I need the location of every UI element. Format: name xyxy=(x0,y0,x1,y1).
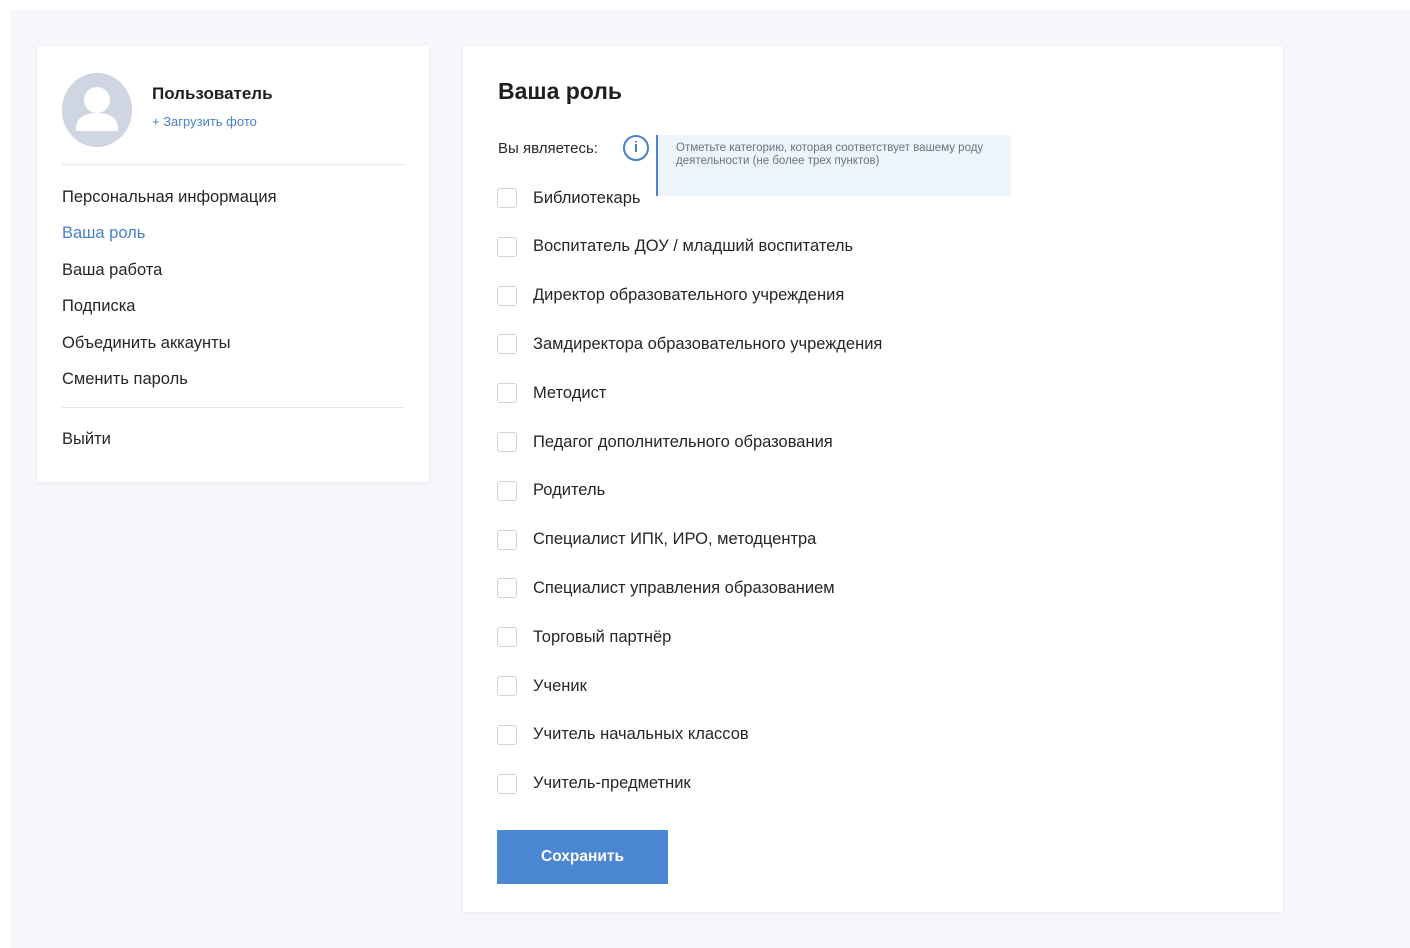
sidebar-divider-top xyxy=(62,164,404,165)
role-option[interactable]: Торговый партнёр xyxy=(497,625,671,649)
sidebar-item-personal-info[interactable]: Персональная информация xyxy=(62,184,277,220)
role-option-label: Учитель начальных классов xyxy=(533,725,749,744)
role-option-label: Родитель xyxy=(533,481,606,500)
role-option[interactable]: Библиотекарь xyxy=(497,186,641,210)
upload-photo-link[interactable]: + Загрузить фото xyxy=(152,114,257,129)
sidebar-item-subscription[interactable]: Подписка xyxy=(62,293,277,329)
role-checkbox[interactable] xyxy=(497,676,517,696)
role-option[interactable]: Учитель-предметник xyxy=(497,772,691,796)
role-checkbox[interactable] xyxy=(497,236,517,257)
role-checkbox[interactable] xyxy=(497,334,517,355)
role-option[interactable]: Директор образовательного учреждения xyxy=(497,284,844,308)
sidebar-item-change-password[interactable]: Сменить пароль xyxy=(62,366,277,402)
role-option-label: Специалист управления образованием xyxy=(533,578,835,597)
role-checkbox[interactable] xyxy=(497,285,517,306)
sidebar-divider-bottom xyxy=(62,407,404,408)
role-option-label: Педагог дополнительного образования xyxy=(533,432,833,451)
role-checkbox[interactable] xyxy=(497,188,517,208)
page-title: Ваша роль xyxy=(498,78,623,104)
role-option-label: Ученик xyxy=(533,676,587,695)
role-option[interactable]: Специалист ИПК, ИРО, методцентра xyxy=(497,528,816,552)
role-option-label: Методист xyxy=(533,383,607,402)
logout-link[interactable]: Выйти xyxy=(62,430,111,449)
role-checkbox[interactable] xyxy=(497,773,517,794)
role-option[interactable]: Замдиректора образовательного учреждения xyxy=(497,332,882,356)
role-checkbox[interactable] xyxy=(497,383,517,404)
role-checkbox[interactable] xyxy=(497,529,517,550)
role-option-label: Замдиректора образовательного учреждения xyxy=(533,334,883,353)
role-checkbox[interactable] xyxy=(497,480,517,501)
role-option[interactable]: Методист xyxy=(497,381,606,405)
role-option[interactable]: Ученик xyxy=(497,674,587,698)
role-checkbox[interactable] xyxy=(497,627,517,648)
user-silhouette-icon xyxy=(62,73,132,147)
avatar[interactable] xyxy=(62,73,132,147)
role-option-label: Воспитатель ДОУ / младший воспитатель xyxy=(533,237,854,256)
profile-sidebar: Пользователь + Загрузить фото Персональн… xyxy=(37,46,429,482)
role-option-label: Учитель-предметник xyxy=(533,774,691,793)
role-checkbox[interactable] xyxy=(497,724,517,745)
you-are-label: Вы являетесь: xyxy=(498,140,598,157)
page-background: Пользователь + Загрузить фото Персональн… xyxy=(10,10,1410,948)
role-option[interactable]: Учитель начальных классов xyxy=(497,723,749,747)
role-option-label: Директор образовательного учреждения xyxy=(533,286,845,305)
role-checkbox[interactable] xyxy=(497,578,517,599)
save-button[interactable]: Сохранить xyxy=(497,830,668,884)
role-option-label: Торговый партнёр xyxy=(533,627,672,646)
role-form-card: Ваша роль Вы являетесь: i Отметьте катег… xyxy=(463,46,1283,912)
role-checkbox[interactable] xyxy=(497,432,517,452)
info-icon[interactable]: i xyxy=(623,135,649,161)
role-option[interactable]: Родитель xyxy=(497,479,605,503)
role-option[interactable]: Педагог дополнительного образования xyxy=(497,430,833,454)
role-option[interactable]: Воспитатель ДОУ / младший воспитатель xyxy=(497,235,853,259)
sidebar-menu: Персональная информация Ваша роль Ваша р… xyxy=(62,184,277,402)
sidebar-item-your-role[interactable]: Ваша роль xyxy=(62,220,277,256)
role-option-label: Специалист ИПК, ИРО, методцентра xyxy=(533,530,817,549)
role-option-label: Библиотекарь xyxy=(533,188,641,207)
user-name: Пользователь xyxy=(152,84,273,103)
sidebar-item-merge-accounts[interactable]: Объединить аккаунты xyxy=(62,330,277,366)
role-option[interactable]: Специалист управления образованием xyxy=(497,576,835,600)
info-tooltip: Отметьте категорию, которая соответствуе… xyxy=(656,135,1011,196)
sidebar-item-your-work[interactable]: Ваша работа xyxy=(62,257,277,293)
